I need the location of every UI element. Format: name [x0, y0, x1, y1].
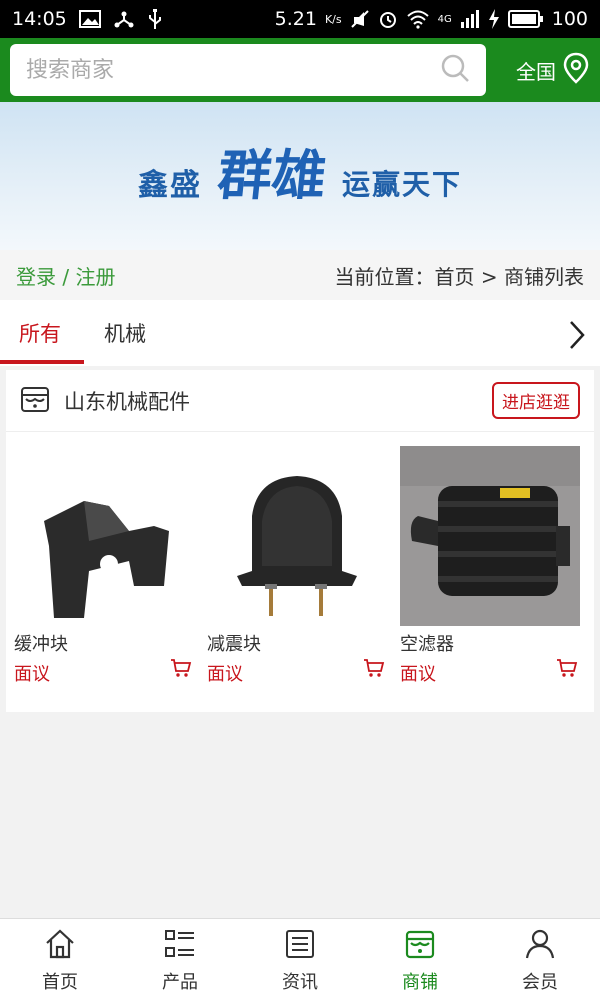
- nav-news[interactable]: 资讯: [240, 919, 360, 1000]
- status-speed: 5.21: [274, 8, 317, 30]
- home-icon: [44, 929, 76, 964]
- status-network: 4G: [437, 13, 452, 25]
- region-label: 全国: [516, 59, 556, 84]
- product-item[interactable]: 空滤器 面议: [400, 446, 586, 686]
- tab-machinery[interactable]: 机械: [104, 318, 146, 348]
- promo-banner[interactable]: 鑫盛 群雄 运赢天下: [0, 102, 600, 250]
- usb-icon: [147, 8, 163, 30]
- nav-home-label: 首页: [42, 972, 78, 993]
- list-icon: [164, 929, 196, 964]
- search-icon[interactable]: [440, 53, 470, 87]
- mute-icon: [350, 9, 370, 29]
- user-icon: [524, 929, 556, 964]
- banner-right-text: 运赢天下: [341, 168, 462, 201]
- bottom-nav: 首页 产品 资讯 商铺 会员: [0, 918, 600, 1000]
- nav-products[interactable]: 产品: [120, 919, 240, 1000]
- signal-icon: [460, 10, 480, 28]
- shop-icon: [20, 384, 50, 418]
- nav-shops-label: 商铺: [402, 972, 438, 993]
- shop-card: 山东机械配件 进店逛逛 缓冲块 面议 减震块 面议 空滤器 面议: [6, 370, 594, 712]
- breadcrumb: 当前位置：首页 > 商铺列表: [334, 264, 584, 289]
- news-icon: [284, 929, 316, 964]
- search-box[interactable]: [10, 44, 486, 96]
- shop-icon: [404, 929, 436, 964]
- search-input[interactable]: [26, 57, 440, 83]
- cart-icon[interactable]: [363, 658, 385, 682]
- visit-shop-button[interactable]: 进店逛逛: [492, 382, 580, 419]
- product-name: 减震块: [207, 634, 261, 655]
- nav-products-label: 产品: [162, 972, 198, 993]
- status-speed-unit: K/s: [324, 12, 342, 26]
- product-image[interactable]: [207, 446, 387, 626]
- nav-member[interactable]: 会员: [480, 919, 600, 1000]
- nav-member-label: 会员: [522, 972, 558, 993]
- status-time: 14:05: [12, 8, 67, 30]
- product-name: 空滤器: [400, 634, 454, 655]
- chevron-right-icon[interactable]: [568, 320, 586, 354]
- status-bar: 14:05 5.21 K/s 4G 100: [0, 0, 600, 38]
- active-tab-indicator: [0, 360, 84, 364]
- alarm-icon: [378, 9, 398, 29]
- image-icon: [78, 10, 101, 28]
- region-selector[interactable]: 全国: [516, 52, 590, 89]
- product-name: 缓冲块: [14, 634, 68, 655]
- product-image[interactable]: [400, 446, 580, 626]
- shop-header: 山东机械配件 进店逛逛: [6, 370, 594, 432]
- product-item[interactable]: 减震块 面议: [207, 446, 393, 686]
- nav-shops[interactable]: 商铺: [360, 919, 480, 1000]
- share-icon: [113, 9, 135, 29]
- status-battery: 100: [551, 8, 588, 30]
- cart-icon[interactable]: [170, 658, 192, 682]
- product-image[interactable]: [14, 446, 194, 626]
- nav-news-label: 资讯: [282, 972, 318, 993]
- app-header: 全国: [0, 38, 600, 102]
- breadcrumb-row: 登录 / 注册 当前位置：首页 > 商铺列表: [0, 250, 600, 300]
- product-item[interactable]: 缓冲块 面议: [14, 446, 200, 686]
- wifi-icon: [406, 9, 430, 29]
- shop-name[interactable]: 山东机械配件: [64, 386, 190, 416]
- tab-all[interactable]: 所有: [19, 318, 61, 348]
- location-pin-icon: [562, 52, 590, 89]
- category-tabs: 所有 机械: [0, 300, 600, 366]
- battery-icon: [507, 10, 544, 28]
- cart-icon[interactable]: [556, 658, 578, 682]
- charging-icon: [488, 9, 500, 29]
- nav-home[interactable]: 首页: [0, 919, 120, 1000]
- banner-big-text: 群雄: [214, 144, 330, 207]
- login-register-link[interactable]: 登录 / 注册: [16, 261, 115, 290]
- banner-left-text: 鑫盛: [137, 168, 202, 203]
